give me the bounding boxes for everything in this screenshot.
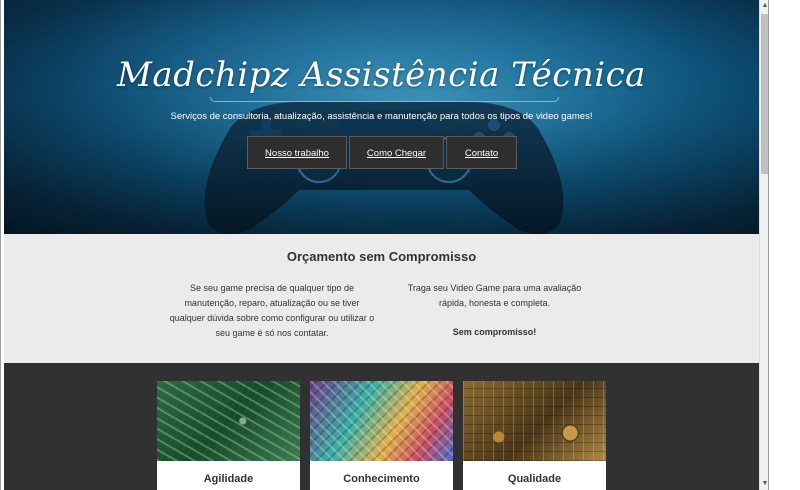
vertical-scrollbar[interactable]: ▲ ▼ <box>759 0 768 490</box>
feature-image-chip-wafer <box>310 381 453 461</box>
quote-left-text: Se seu game precisa de qualquer tipo de … <box>169 283 375 338</box>
feature-label: Agilidade <box>203 473 254 485</box>
nav-link-nosso-trabalho[interactable]: Nosso trabalho <box>247 136 347 169</box>
nav-link-como-chegar[interactable]: Como Chegar <box>349 136 444 169</box>
quote-left-column: Se seu game precisa de qualquer tipo de … <box>167 281 377 341</box>
feature-card-agilidade[interactable]: Agilidade <box>157 381 300 490</box>
feature-card-conhecimento[interactable]: Conhecimento <box>310 381 453 490</box>
feature-label: Qualidade <box>507 473 562 485</box>
main-nav: Nosso trabalho Como Chegar Contato <box>247 136 517 169</box>
quote-heading: Orçamento sem Compromisso <box>286 249 477 264</box>
page-title: Madchipz Assistência Técnica <box>117 55 646 95</box>
title-underline <box>210 97 559 102</box>
features-section: Agilidade Conhecimento Qualidade <box>4 363 759 490</box>
scroll-thumb[interactable] <box>761 14 768 174</box>
nav-link-contato[interactable]: Contato <box>446 136 517 169</box>
feature-card-qualidade[interactable]: Qualidade <box>463 381 606 490</box>
scroll-up-arrow-icon[interactable]: ▲ <box>760 0 768 12</box>
quote-section: Orçamento sem Compromisso Se seu game pr… <box>4 234 759 363</box>
quote-right-column: Traga seu Video Game para uma avaliação … <box>402 281 587 340</box>
hero-banner: Madchipz Assistência Técnica Serviços de… <box>4 0 759 234</box>
feature-image-circuit-board <box>157 381 300 461</box>
quote-right-text: Traga seu Video Game para uma avaliação … <box>407 283 582 308</box>
scroll-down-arrow-icon[interactable]: ▼ <box>760 478 768 490</box>
browser-viewport: Madchipz Assistência Técnica Serviços de… <box>0 0 769 490</box>
feature-label: Conhecimento <box>343 473 420 485</box>
quote-right-bold: Sem compromisso! <box>452 327 537 337</box>
hero-subtitle: Serviços de consultoria, atualização, as… <box>170 111 593 122</box>
feature-image-gold-circuit <box>463 381 606 461</box>
